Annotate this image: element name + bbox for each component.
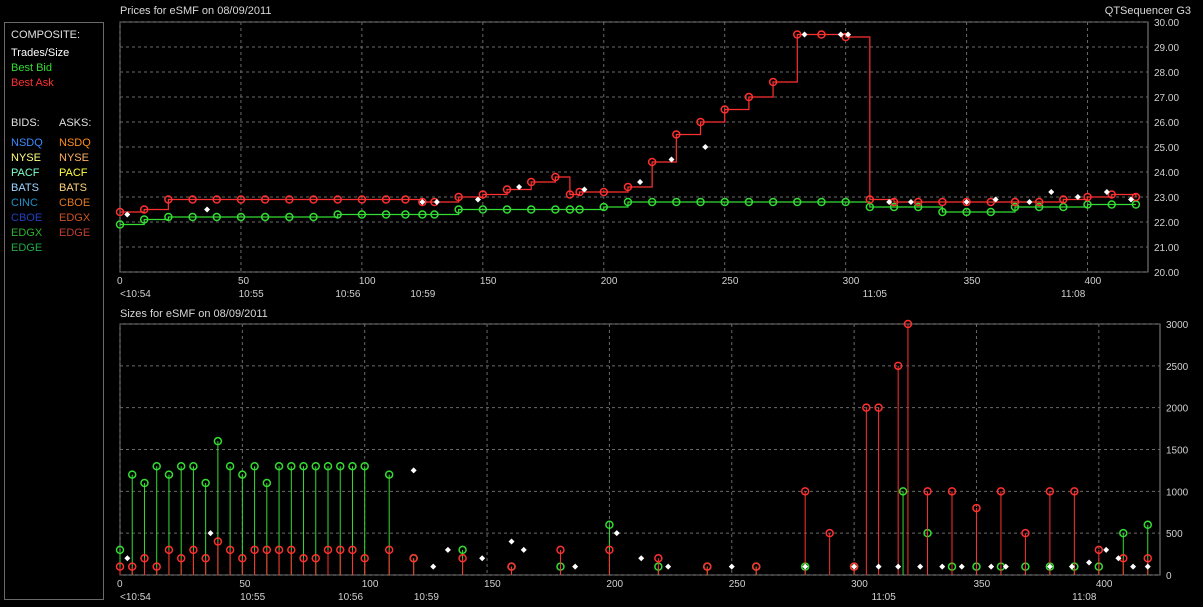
size-time-tick-label: 10:55 — [240, 592, 265, 603]
price-y-tick-label: 21.00 — [1154, 243, 1179, 254]
price-y-tick-label: 20.00 — [1154, 268, 1179, 279]
price-y-tick-label: 28.00 — [1154, 68, 1179, 79]
size-time-tick-label: 10:59 — [414, 592, 439, 603]
size-time-tick-label: 11:08 — [1072, 592, 1097, 603]
price-y-tick-label: 26.00 — [1154, 118, 1179, 129]
size-y-tick-label: 500 — [1166, 529, 1183, 540]
price-x-tick-label: 300 — [843, 276, 860, 287]
size-x-tick-label: 400 — [1096, 579, 1113, 590]
price-x-tick-label: 0 — [117, 276, 123, 287]
price-x-tick-label: 350 — [964, 276, 981, 287]
size-time-tick-label: 11:05 — [871, 592, 896, 603]
price-x-tick-label: 150 — [480, 276, 497, 287]
size-y-tick-label: 3000 — [1166, 320, 1189, 331]
price-y-tick-label: 22.00 — [1154, 218, 1179, 229]
size-x-tick-label: 200 — [606, 579, 623, 590]
price-y-tick-label: 29.00 — [1154, 43, 1179, 54]
size-x-tick-label: 250 — [729, 579, 746, 590]
size-y-tick-label: 0 — [1166, 571, 1172, 582]
size-x-tick-label: 0 — [117, 579, 123, 590]
price-plot-frame — [119, 21, 1149, 273]
size-y-tick-label: 2000 — [1166, 404, 1189, 415]
price-x-tick-label: 250 — [722, 276, 739, 287]
size-x-tick-label: 300 — [851, 579, 868, 590]
size-y-tick-label: 1000 — [1166, 487, 1189, 498]
size-y-tick-label: 1500 — [1166, 446, 1189, 457]
price-y-tick-label: 30.00 — [1154, 18, 1179, 29]
price-size-charts: 20.00 21.00 22.00 23.00 24.00 25.00 26.00 27.00… — [115, 18, 1189, 603]
size-x-tick-label: 50 — [239, 579, 251, 590]
size-time-tick-label: 10:56 — [338, 592, 363, 603]
price-time-tick-label: 11:08 — [1061, 289, 1086, 300]
price-y-tick-label: 24.00 — [1154, 168, 1179, 179]
price-y-tick-label: 27.00 — [1154, 93, 1179, 104]
size-y-tick-label: 2500 — [1166, 362, 1189, 373]
size-x-tick-label: 350 — [973, 579, 990, 590]
size-x-tick-label: 100 — [362, 579, 379, 590]
price-time-tick-label: 10:56 — [335, 289, 360, 300]
price-x-tick-label: 50 — [238, 276, 250, 287]
price-x-tick-label: 100 — [359, 276, 376, 287]
price-y-tick-label: 25.00 — [1154, 143, 1179, 154]
price-x-tick-label: 200 — [601, 276, 618, 287]
size-x-tick-label: 150 — [484, 579, 501, 590]
price-y-tick-label: 23.00 — [1154, 193, 1179, 204]
price-time-tick-label: 11:05 — [863, 289, 888, 300]
price-time-tick-label: 10:59 — [410, 289, 435, 300]
price-time-tick-label: <10:54 — [120, 289, 151, 300]
size-time-tick-label: <10:54 — [120, 592, 151, 603]
price-time-tick-label: 10:55 — [239, 289, 264, 300]
price-x-tick-label: 400 — [1085, 276, 1102, 287]
